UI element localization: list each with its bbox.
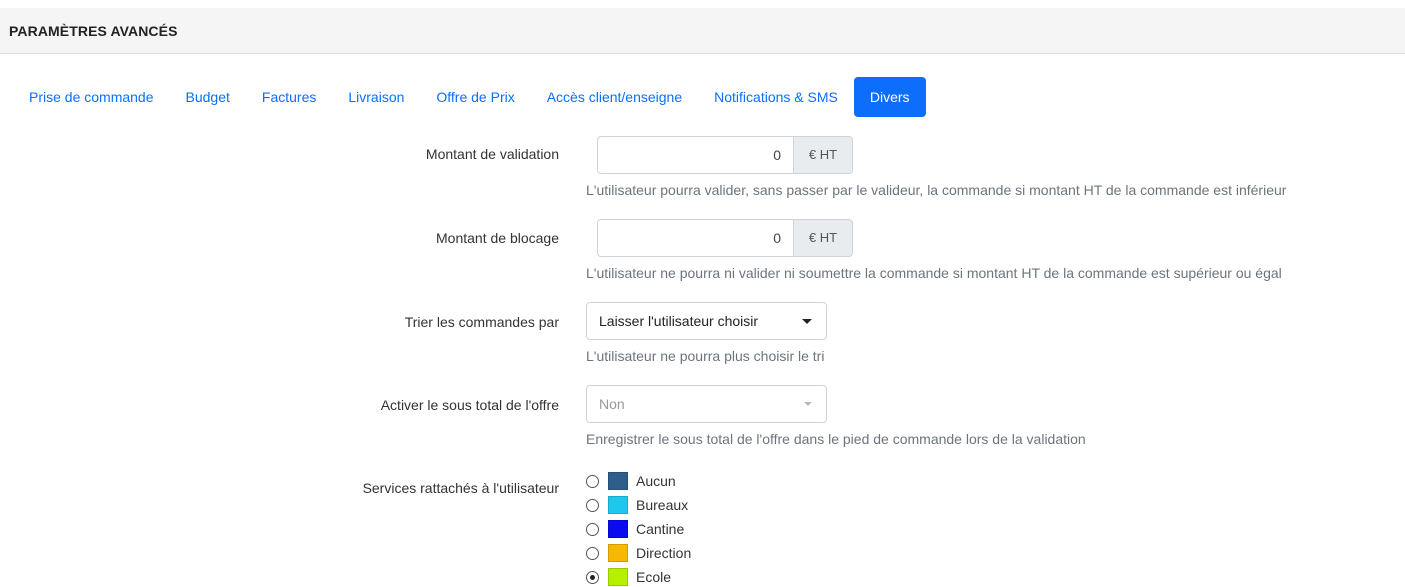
section-title: PARAMÈTRES AVANCÉS <box>9 23 178 39</box>
radio-button[interactable] <box>586 474 599 488</box>
tab-prise-de-commande[interactable]: Prise de commande <box>11 77 170 117</box>
blocking-amount-group: € HT <box>597 219 853 257</box>
validation-amount-unit: € HT <box>793 136 853 174</box>
chevron-down-icon <box>804 402 812 406</box>
radio-button[interactable] <box>586 522 599 536</box>
validation-amount-label: Montant de validation <box>425 146 559 162</box>
sort-orders-help: L'utilisateur ne pourra plus choisir le … <box>586 348 825 364</box>
tab-factures[interactable]: Factures <box>246 77 332 117</box>
service-option-aucun[interactable]: Aucun <box>586 469 691 493</box>
tab-budget[interactable]: Budget <box>170 77 246 117</box>
section-header: PARAMÈTRES AVANCÉS <box>0 8 1405 54</box>
blocking-amount-label: Montant de blocage <box>436 230 559 246</box>
sort-orders-select[interactable]: Laisser l'utilisateur choisir <box>586 302 827 340</box>
subtotal-help: Enregistrer le sous total de l'offre dan… <box>586 431 1086 447</box>
service-color-swatch <box>608 544 628 562</box>
subtotal-label: Activer le sous total de l'offre <box>380 397 559 413</box>
services-radio-group: Aucun Bureaux Cantine Direction Ecole <box>586 469 691 587</box>
service-label: Cantine <box>636 521 685 537</box>
tab-notifications[interactable]: Notifications & SMS <box>698 77 854 117</box>
services-label: Services rattachés à l'utilisateur <box>362 480 559 496</box>
tab-livraison[interactable]: Livraison <box>332 77 420 117</box>
validation-amount-group: € HT <box>597 136 853 174</box>
service-color-swatch <box>608 520 628 538</box>
subtotal-selected: Non <box>599 396 625 412</box>
chevron-down-icon <box>802 319 812 324</box>
service-option-ecole[interactable]: Ecole <box>586 565 691 587</box>
subtotal-select[interactable]: Non <box>586 385 827 423</box>
service-option-bureaux[interactable]: Bureaux <box>586 493 691 517</box>
validation-amount-help: L'utilisateur pourra valider, sans passe… <box>586 182 1287 198</box>
service-color-swatch <box>608 568 628 586</box>
blocking-amount-input[interactable] <box>597 219 793 257</box>
service-label: Aucun <box>636 473 676 489</box>
radio-button[interactable] <box>586 498 599 512</box>
tab-offre-de-prix[interactable]: Offre de Prix <box>420 77 530 117</box>
tab-divers[interactable]: Divers <box>853 77 926 117</box>
blocking-amount-help: L'utilisateur ne pourra ni valider ni so… <box>586 265 1282 281</box>
service-color-swatch <box>608 496 628 514</box>
service-color-swatch <box>608 472 628 490</box>
sort-orders-selected: Laisser l'utilisateur choisir <box>599 313 759 329</box>
tab-acces-client[interactable]: Accès client/enseigne <box>531 77 698 117</box>
service-label: Direction <box>636 545 692 561</box>
tabs-nav: Prise de commande Budget Factures Livrai… <box>11 77 926 117</box>
service-label: Bureaux <box>636 497 689 513</box>
service-label: Ecole <box>636 569 672 585</box>
validation-amount-input[interactable] <box>597 136 793 174</box>
service-option-cantine[interactable]: Cantine <box>586 517 691 541</box>
sort-orders-label: Trier les commandes par <box>404 314 559 330</box>
radio-button[interactable] <box>586 546 599 560</box>
blocking-amount-unit: € HT <box>793 219 853 257</box>
service-option-direction[interactable]: Direction <box>586 541 691 565</box>
radio-button-selected[interactable] <box>586 570 599 584</box>
